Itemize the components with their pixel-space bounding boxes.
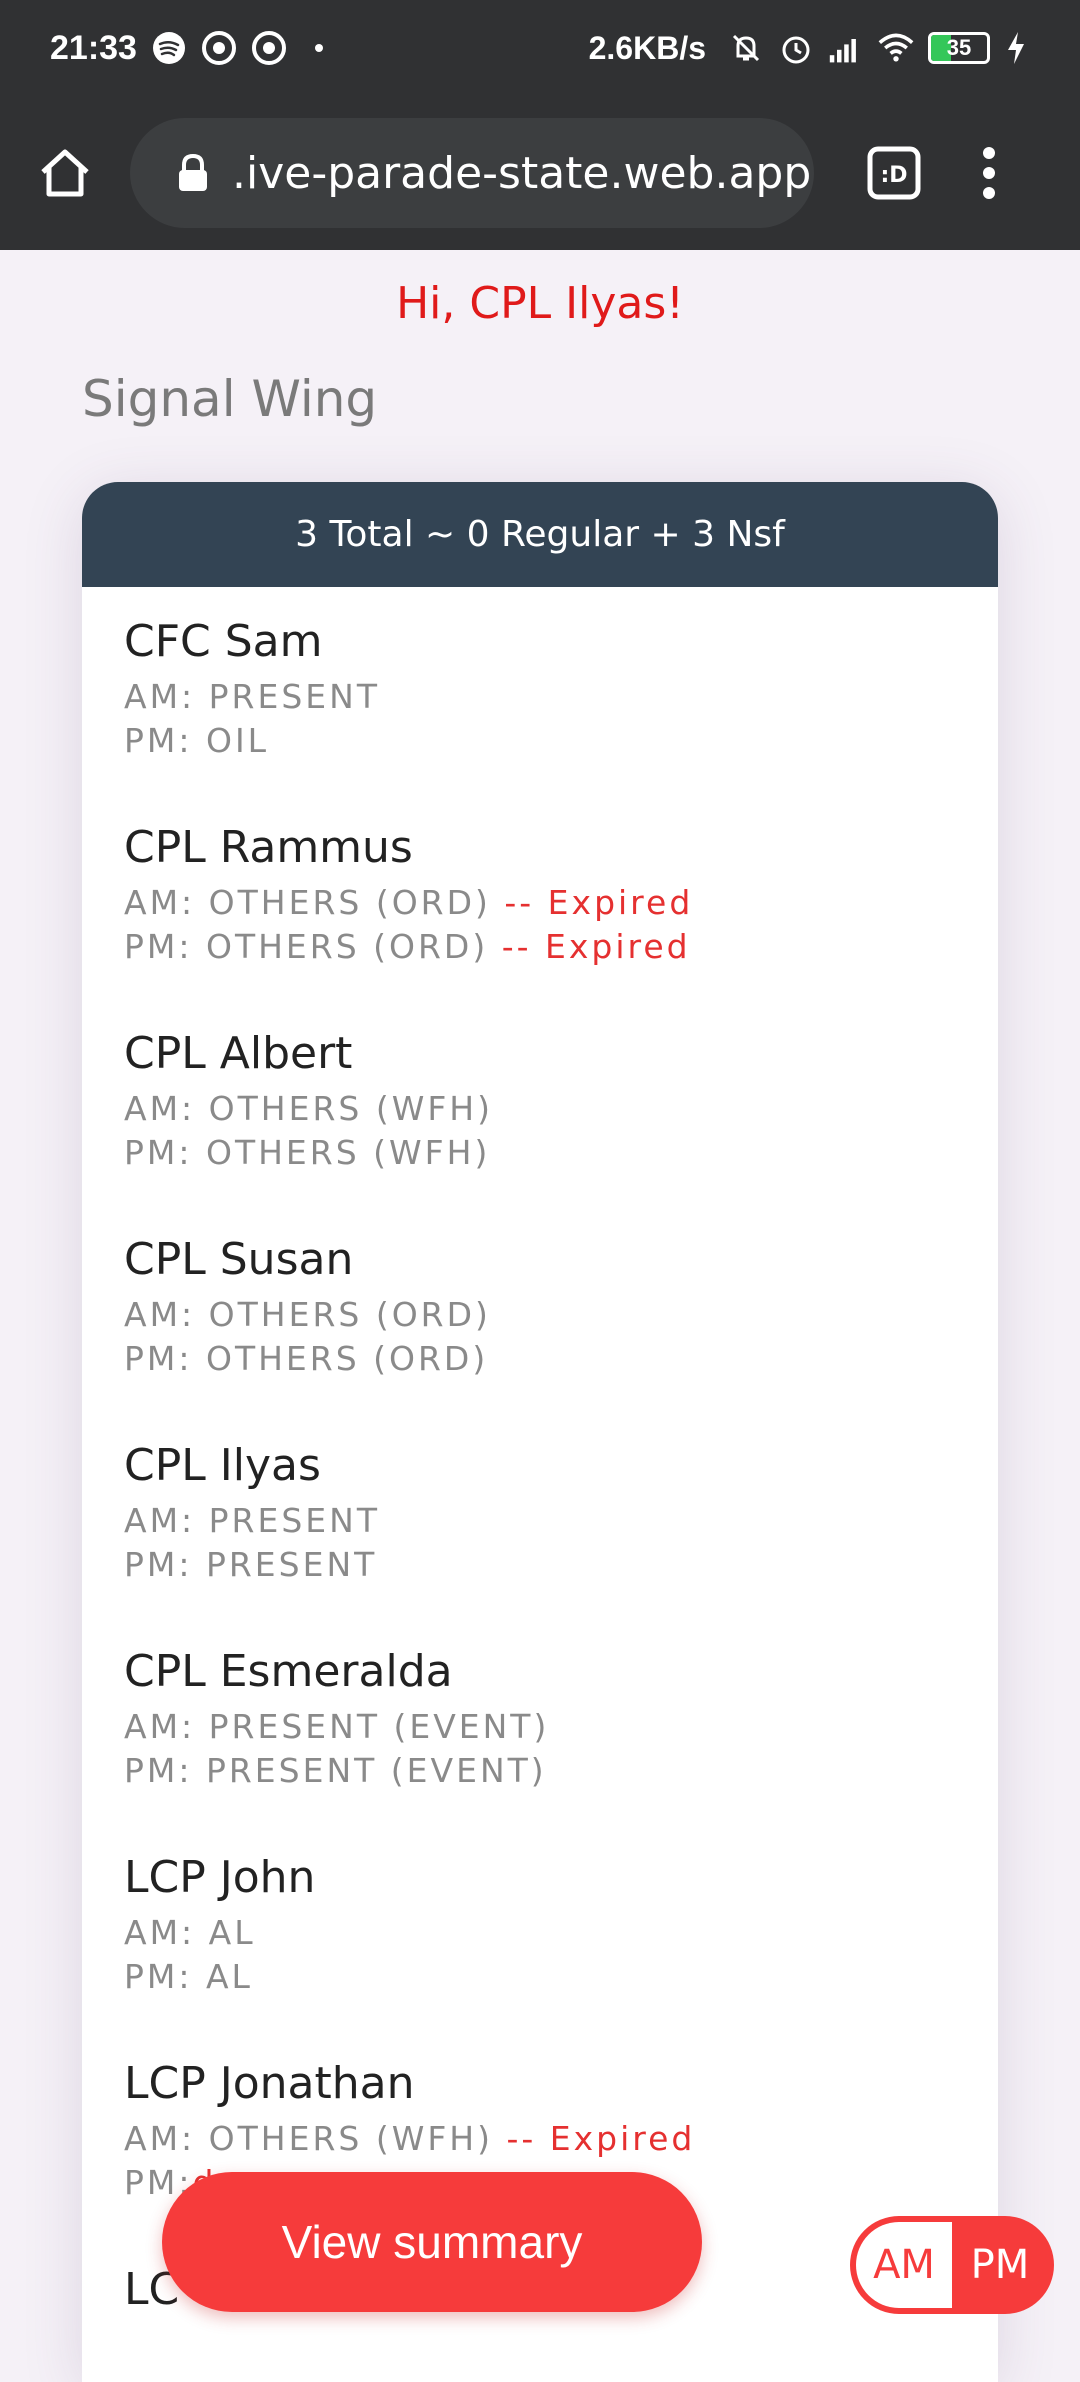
charging-icon bbox=[1004, 30, 1040, 66]
am-status-text: AM: OTHERS (ORD) bbox=[124, 1295, 491, 1334]
menu-dot-icon bbox=[983, 147, 995, 159]
alarm-icon bbox=[778, 30, 814, 66]
pm-status: PM: PRESENT (EVENT) bbox=[124, 1749, 549, 1793]
summary-header: 3 Total ~ 0 Regular + 3 Nsf bbox=[82, 482, 998, 587]
pm-status-text: PM: AL bbox=[124, 1957, 253, 1996]
am-expired: -- Expired bbox=[493, 2119, 696, 2158]
person-name: CPL Susan bbox=[124, 1234, 354, 1285]
person-name: CFC Sam bbox=[124, 616, 323, 667]
person-name: LCP John bbox=[124, 1852, 316, 1903]
section-title: Signal Wing bbox=[82, 370, 378, 428]
pm-expired: -- Expired bbox=[488, 927, 691, 966]
person-name: CPL Albert bbox=[124, 1028, 353, 1079]
status-bar: 21:33 2.6KB/s 35 bbox=[0, 0, 1080, 96]
am-pm-toggle[interactable]: AM PM bbox=[850, 2216, 1054, 2314]
person-name: LCP Jonathan bbox=[124, 2058, 415, 2109]
pm-status: PM: OIL bbox=[124, 719, 380, 763]
am-status: AM: PRESENT bbox=[124, 1499, 380, 1543]
browser-toolbar: .ive-parade-state.web.app :D bbox=[0, 96, 1080, 250]
list-item[interactable]: LCP John AM: AL PM: AL bbox=[124, 1853, 315, 1999]
am-status: AM: OTHERS (ORD) -- Expired bbox=[124, 881, 693, 925]
am-status: AM: AL bbox=[124, 1911, 315, 1955]
list-item[interactable]: CPL Rammus AM: OTHERS (ORD) -- Expired P… bbox=[124, 823, 693, 969]
notification-icon bbox=[251, 30, 287, 66]
am-status-text: AM: OTHERS (ORD) bbox=[124, 883, 491, 922]
battery-level: 35 bbox=[946, 35, 972, 60]
pm-status-text: PM: PRESENT bbox=[124, 1545, 378, 1584]
am-expired: -- Expired bbox=[490, 883, 694, 922]
pm-status-text: PM: OTHERS (WFH) bbox=[124, 1133, 491, 1172]
menu-dot-icon bbox=[983, 167, 995, 179]
wifi-icon bbox=[878, 30, 914, 66]
personnel-card: 3 Total ~ 0 Regular + 3 Nsf CFC Sam AM: … bbox=[82, 482, 998, 2382]
address-bar[interactable]: .ive-parade-state.web.app bbox=[130, 118, 814, 228]
pm-option[interactable]: PM bbox=[952, 2222, 1048, 2308]
pm-status: PM: OTHERS (ORD) -- Expired bbox=[124, 925, 693, 969]
am-status-text: AM: AL bbox=[124, 1913, 256, 1952]
am-status: AM: PRESENT bbox=[124, 675, 380, 719]
list-item[interactable]: CPL Esmeralda AM: PRESENT (EVENT) PM: PR… bbox=[124, 1647, 549, 1793]
list-item[interactable]: CPL Ilyas AM: PRESENT PM: PRESENT bbox=[124, 1441, 380, 1587]
list-item[interactable]: CFC Sam AM: PRESENT PM: OIL bbox=[124, 617, 380, 763]
notification-icon bbox=[201, 30, 237, 66]
pm-status: PM: OTHERS (ORD) bbox=[124, 1337, 491, 1381]
pm-status-text: PM: PRESENT (EVENT) bbox=[124, 1751, 547, 1790]
am-status-text: AM: OTHERS (WFH) bbox=[124, 1089, 493, 1128]
tab-switcher-button[interactable]: :D bbox=[864, 143, 924, 203]
dot-icon bbox=[314, 44, 323, 52]
pm-status: PM: AL bbox=[124, 1955, 315, 1999]
am-status: AM: OTHERS (WFH) bbox=[124, 1087, 493, 1131]
overflow-menu-button[interactable] bbox=[974, 143, 1004, 203]
am-status: AM: PRESENT (EVENT) bbox=[124, 1705, 549, 1749]
person-name: CPL Ilyas bbox=[124, 1440, 321, 1491]
menu-dot-icon bbox=[983, 187, 995, 199]
tab-label: :D bbox=[880, 163, 907, 188]
greeting: Hi, CPL Ilyas! bbox=[396, 278, 684, 329]
list-item[interactable]: CPL Susan AM: OTHERS (ORD) PM: OTHERS (O… bbox=[124, 1235, 491, 1381]
network-speed: 2.6KB/s bbox=[588, 29, 706, 66]
view-summary-button[interactable]: View summary bbox=[162, 2172, 702, 2312]
am-option[interactable]: AM bbox=[856, 2222, 952, 2308]
pm-status-text: PM: OTHERS (ORD) bbox=[124, 927, 489, 966]
pm-status: PM: PRESENT bbox=[124, 1543, 380, 1587]
pm-status-text: PM: OTHERS (ORD) bbox=[124, 1339, 489, 1378]
am-status: AM: OTHERS (WFH) -- Expired bbox=[124, 2117, 695, 2161]
status-time: 21:33 bbox=[50, 28, 137, 67]
battery-icon: 35 bbox=[928, 32, 990, 64]
tab-icon: :D bbox=[867, 146, 921, 200]
am-status-text: AM: OTHERS (WFH) bbox=[124, 2119, 493, 2158]
list-item[interactable]: CPL Albert AM: OTHERS (WFH) PM: OTHERS (… bbox=[124, 1029, 493, 1175]
am-status-text: AM: PRESENT bbox=[124, 1501, 380, 1540]
spotify-icon bbox=[151, 30, 187, 66]
pm-status: PM: OTHERS (WFH) bbox=[124, 1131, 493, 1175]
url-text: .ive-parade-state.web.app bbox=[232, 147, 812, 199]
pm-status-text: PM: OIL bbox=[124, 721, 270, 760]
am-status: AM: OTHERS (ORD) bbox=[124, 1293, 491, 1337]
signal-icon bbox=[828, 30, 864, 66]
mute-icon bbox=[728, 30, 764, 66]
am-status-text: AM: PRESENT (EVENT) bbox=[124, 1707, 550, 1746]
person-name: CPL Rammus bbox=[124, 822, 413, 873]
home-button[interactable] bbox=[30, 138, 100, 208]
home-icon bbox=[41, 149, 89, 197]
person-name: CPL Esmeralda bbox=[124, 1646, 453, 1697]
am-status-text: AM: PRESENT bbox=[124, 677, 380, 716]
lock-icon bbox=[179, 153, 207, 191]
